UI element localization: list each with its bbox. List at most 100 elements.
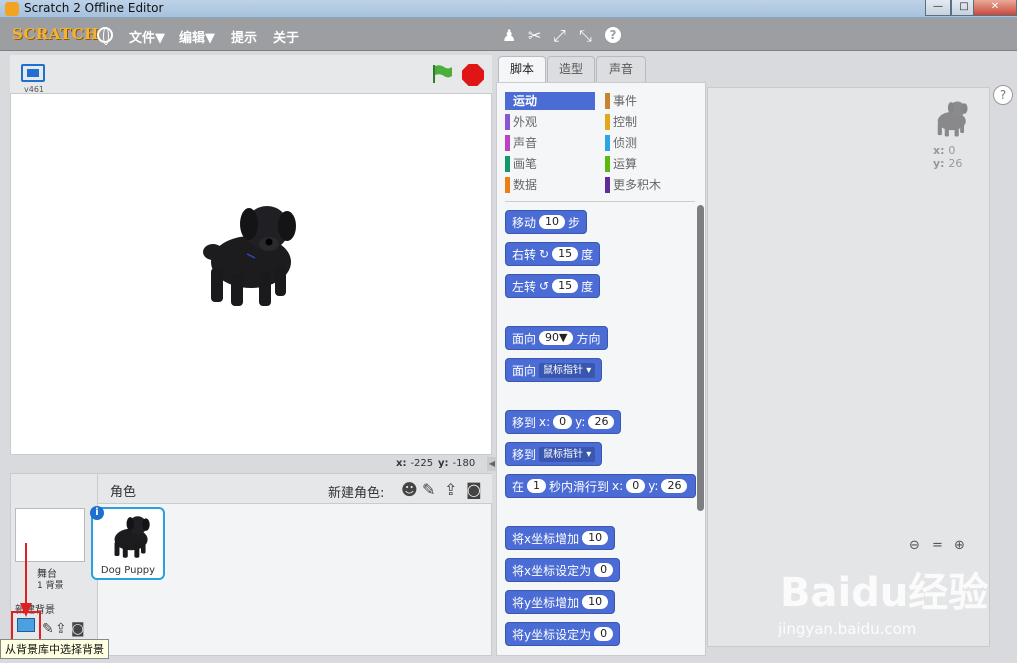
category-0[interactable]: 运动 [505, 92, 595, 110]
tab-costumes[interactable]: 造型 [547, 56, 595, 82]
zoom-out-icon[interactable]: ⊖ [909, 538, 920, 553]
new-sprite-label: 新建角色: [328, 486, 385, 501]
category-color-bar [605, 135, 610, 151]
category-label: 画笔 [513, 157, 538, 171]
category-label: 数据 [513, 178, 538, 192]
menu-file[interactable]: 文件▼ [129, 27, 165, 46]
category-8[interactable]: 数据 [505, 176, 595, 194]
menubar: SCRATCH 文件▼ 编辑▼ 提示 关于 ♟ ✂ ⤢ ⤡ ? [0, 18, 1017, 51]
dog-puppy-thumbnail-icon [114, 516, 150, 558]
menu-edit[interactable]: 编辑▼ [179, 27, 215, 46]
minimize-button[interactable]: — [925, 0, 951, 16]
category-label: 运动 [513, 94, 538, 108]
stage-bg-count: 1 背景 [37, 581, 64, 591]
block-point-direction[interactable]: 面向 90▼ 方向 [505, 326, 608, 350]
category-1[interactable]: 事件 [605, 92, 695, 110]
duplicate-icon[interactable]: ♟ [502, 26, 516, 45]
sprite-pane: 舞台 1 背景 新建背景 ✎ ⇪ ◙ 角色 新建角色: ☻ ✎ ⇪ ◙ i Do… [10, 473, 492, 656]
scratch-logo[interactable]: SCRATCH [12, 25, 99, 43]
menu-tips[interactable]: 提示 [231, 27, 257, 46]
close-button[interactable]: ✕ [973, 0, 1017, 16]
category-6[interactable]: 画笔 [505, 155, 595, 173]
stop-icon[interactable] [462, 64, 484, 86]
window-title: Scratch 2 Offline Editor [24, 1, 164, 15]
grow-icon[interactable]: ⤢ [553, 26, 566, 46]
category-color-bar [505, 156, 510, 172]
category-label: 外观 [513, 115, 538, 129]
watermark-url: jingyan.baidu.com [778, 620, 917, 638]
scratch-app-icon [5, 2, 19, 16]
block-change-y[interactable]: 将y坐标增加 10 [505, 590, 616, 614]
block-change-x[interactable]: 将x坐标增加 10 [505, 526, 616, 550]
category-3[interactable]: 控制 [605, 113, 695, 131]
category-color-bar [505, 177, 510, 193]
window-titlebar: Scratch 2 Offline Editor — □ ✕ [0, 0, 1017, 18]
shrink-icon[interactable]: ⤡ [579, 26, 592, 46]
upload-icon[interactable]: ⇪ [55, 621, 67, 637]
sprite-library-icon[interactable]: ☻ [401, 480, 418, 499]
sprite-thumbnail[interactable]: i Dog Puppy [90, 506, 165, 580]
category-color-bar [605, 177, 610, 193]
category-color-bar [605, 93, 610, 109]
sprite-name: Dog Puppy [100, 565, 156, 576]
sprites-title: 角色 [110, 485, 137, 500]
rotate-cw-icon: ↻ [539, 247, 550, 261]
help-icon[interactable]: ? [605, 27, 621, 43]
block-point-towards[interactable]: 面向 鼠标指针 ▾ [505, 358, 603, 382]
mouse-y-readout: y: -180 [438, 458, 476, 469]
globe-icon[interactable] [97, 27, 113, 45]
category-color-bar [505, 93, 510, 109]
category-label: 事件 [613, 94, 638, 108]
tab-scripts[interactable]: 脚本 [498, 56, 546, 83]
category-color-bar [605, 114, 610, 130]
category-4[interactable]: 声音 [505, 134, 595, 152]
palette-scrollbar[interactable] [697, 205, 704, 511]
sprite-preview-icon [937, 101, 968, 137]
block-goto-target[interactable]: 移到 鼠标指针 ▾ [505, 442, 603, 466]
upload-sprite-icon[interactable]: ⇪ [444, 480, 457, 499]
camera-icon[interactable]: ◙ [71, 621, 85, 637]
stage-header: v461 [10, 55, 492, 94]
block-turn-right[interactable]: 右转 ↻ 15 度 [505, 242, 601, 266]
cut-icon[interactable]: ✂ [528, 26, 541, 45]
category-label: 声音 [513, 136, 538, 150]
block-turn-left[interactable]: 左转 ↺ 15 度 [505, 274, 601, 298]
rotate-ccw-icon: ↺ [539, 279, 550, 293]
block-glide[interactable]: 在 1 秒内滑行到 x: 0 y: 26 [505, 474, 696, 498]
category-label: 侦测 [613, 136, 638, 150]
landscape-icon [17, 618, 35, 632]
block-move[interactable]: 移动 10 步 [505, 210, 588, 234]
category-label: 更多积木 [613, 178, 662, 192]
stage-canvas[interactable] [10, 93, 492, 455]
mouse-x-readout: x: -225 [396, 458, 434, 469]
paint-brush-icon[interactable]: ✎ [42, 621, 54, 637]
dog-puppy-sprite[interactable] [189, 198, 303, 314]
menu-about[interactable]: 关于 [273, 27, 299, 46]
zoom-reset-icon[interactable]: = [932, 538, 943, 553]
watermark-logo: Baidu经验 [780, 570, 989, 616]
tab-sounds[interactable]: 声音 [596, 56, 646, 82]
category-label: 运算 [613, 157, 638, 171]
paint-sprite-icon[interactable]: ✎ [422, 480, 435, 499]
sprite-header: 角色 新建角色: ☻ ✎ ⇪ ◙ [98, 474, 492, 504]
info-icon[interactable]: i [90, 506, 104, 520]
category-color-bar [605, 156, 610, 172]
block-set-y[interactable]: 将y坐标设定为 0 [505, 622, 621, 646]
block-goto-xy[interactable]: 移到 x: 0 y: 26 [505, 410, 622, 434]
category-2[interactable]: 外观 [505, 113, 595, 131]
block-set-x[interactable]: 将x坐标设定为 0 [505, 558, 621, 582]
camera-sprite-icon[interactable]: ◙ [466, 480, 482, 499]
category-7[interactable]: 运算 [605, 155, 695, 173]
sprite-coords: x: 0 y: 26 [933, 144, 963, 170]
category-9[interactable]: 更多积木 [605, 176, 695, 194]
fullscreen-icon[interactable] [21, 64, 45, 82]
question-icon[interactable]: ? [993, 85, 1013, 105]
annotation-arrow [20, 543, 32, 617]
palette-divider [505, 201, 695, 202]
category-label: 控制 [613, 115, 638, 129]
green-flag-icon[interactable] [431, 64, 453, 84]
category-color-bar [505, 135, 510, 151]
zoom-in-icon[interactable]: ⊕ [954, 538, 965, 553]
category-5[interactable]: 侦测 [605, 134, 695, 152]
tooltip: 从背景库中选择背景 [0, 639, 109, 659]
